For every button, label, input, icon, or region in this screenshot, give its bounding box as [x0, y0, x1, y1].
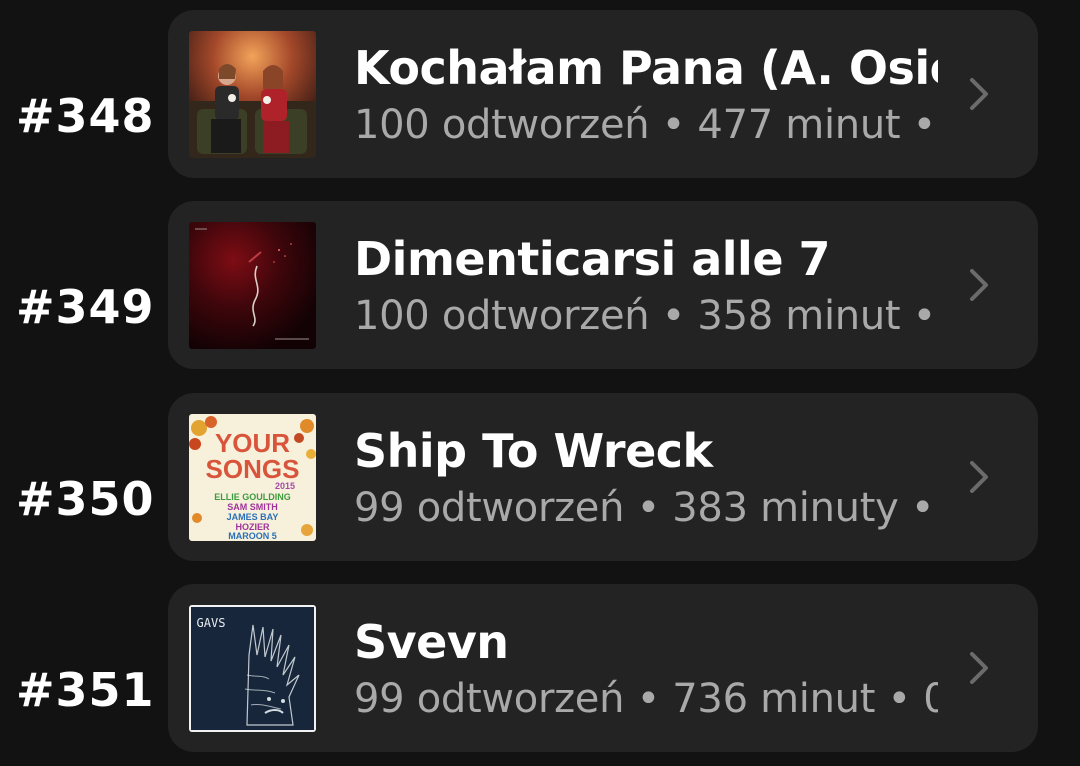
cover-artist: JAMES BAY [227, 512, 279, 522]
album-cover-icon: GAVS [189, 605, 316, 732]
cover-logo: GAVS [197, 616, 226, 630]
chevron-right-icon [970, 269, 988, 301]
track-meta: 100 odtworzeń • 358 minut • 0 [354, 293, 938, 339]
cover-text-songs: SONGS [206, 454, 300, 484]
track-rank: #349 [16, 280, 155, 334]
track-row: #348 Kochałam Pana (A. Osi 100 odtworzeń… [0, 0, 1080, 178]
track-rank: #351 [16, 663, 155, 717]
track-text: Dimenticarsi alle 7 100 odtworzeń • 358 … [354, 231, 938, 345]
track-text: Kochałam Pana (A. Osiecka) 100 odtworzeń… [354, 40, 938, 154]
album-cover-icon [189, 31, 316, 158]
track-title: Ship To Wreck [354, 424, 713, 478]
track-row: #351 GAVS Svevn 99 odtworzeń • 736 minut… [0, 574, 1080, 752]
chevron-right-icon [970, 461, 988, 493]
track-meta: 99 odtworzeń • 736 minut • 0 [354, 676, 938, 722]
track-text: Ship To Wreck 99 odtworzeń • 383 minuty … [354, 423, 938, 537]
track-meta: 100 odtworzeń • 477 minut • 0 [354, 102, 938, 148]
track-title: Svevn [354, 615, 509, 669]
chevron-right-icon [970, 78, 988, 110]
track-card[interactable]: YOUR SONGS 2015 ELLIE GOULDING SAM SMITH… [168, 393, 1038, 561]
cover-artist: SAM SMITH [227, 502, 278, 512]
track-text: Svevn 99 odtworzeń • 736 minut • 0 [354, 614, 938, 728]
track-row: #350 YOUR SONGS 2015 ELLIE GOULDING SAM … [0, 383, 1080, 561]
cover-text-year: 2015 [275, 481, 295, 491]
track-card[interactable]: Dimenticarsi alle 7 100 odtworzeń • 358 … [168, 201, 1038, 369]
chevron-right-icon [970, 652, 988, 684]
track-title: Kochałam Pana (A. Osiecka) [354, 41, 938, 95]
top-tracks-list: #348 Kochałam Pana (A. Osi 100 odtworzeń… [0, 0, 1080, 766]
track-card[interactable]: GAVS Svevn 99 odtworzeń • 736 minut • 0 [168, 584, 1038, 752]
album-cover-icon: YOUR SONGS 2015 ELLIE GOULDING SAM SMITH… [189, 414, 316, 541]
track-meta: 99 odtworzeń • 383 minuty • 0 [354, 485, 938, 531]
cover-artist: ELLIE GOULDING [214, 492, 291, 502]
track-rank: #350 [16, 472, 155, 526]
album-cover-icon [189, 222, 316, 349]
track-title: Dimenticarsi alle 7 [354, 232, 831, 286]
track-row: #349 Dimenticarsi alle 7 100 odtworzeń •… [0, 191, 1080, 369]
cover-artist: MAROON 5 [228, 531, 277, 541]
track-card[interactable]: Kochałam Pana (A. Osiecka) 100 odtworzeń… [168, 10, 1038, 178]
track-rank: #348 [16, 89, 155, 143]
